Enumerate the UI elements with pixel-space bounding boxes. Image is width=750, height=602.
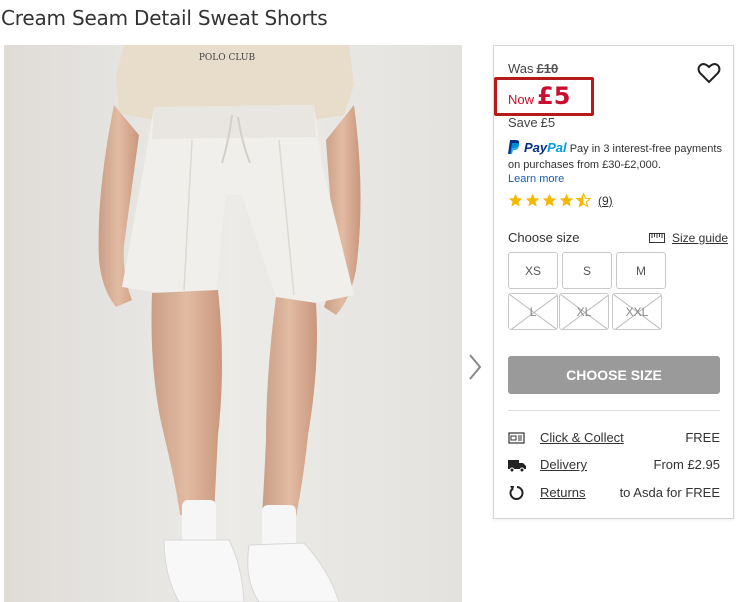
returns-icon [509, 486, 524, 500]
model-photo: POLO CLUB [4, 45, 462, 602]
paypal-brand-pal: Pal [547, 140, 567, 155]
purchase-panel: Was £10 Now £5 Save £5 PayPal Pay in 3 inte… [493, 45, 734, 519]
ruler-icon [649, 233, 665, 243]
was-price: £10 [536, 61, 559, 76]
returns-link[interactable]: Returns [540, 485, 586, 500]
paypal-logo-icon [508, 140, 520, 158]
click-collect-row: Click & Collect FREE [508, 428, 720, 448]
returns-row: Returns to Asda for FREE [508, 483, 720, 503]
paypal-message: PayPal Pay in 3 interest-free payments o… [508, 140, 728, 186]
choose-size-label: Choose size [508, 230, 580, 245]
size-option-xxl-unavailable[interactable]: XXL [612, 293, 662, 330]
returns-value: to Asda for FREE [619, 485, 720, 500]
click-collect-link[interactable]: Click & Collect [540, 430, 624, 445]
now-price-row: Now £5 [508, 82, 570, 110]
size-guide-link[interactable]: Size guide [649, 231, 728, 245]
paypal-learn-more-link[interactable]: Learn more [508, 172, 728, 186]
delivery-row: Delivery From £2.95 [508, 455, 720, 475]
paypal-line1: Pay in 3 interest-free payments [569, 143, 722, 155]
next-image-arrow[interactable] [466, 352, 484, 382]
paypal-brand: PayPal [524, 140, 567, 155]
truck-icon [508, 460, 526, 473]
paypal-line2: on purchases from £30-£2,000. [508, 159, 661, 171]
rating[interactable]: (9) [508, 193, 613, 208]
size-option-s[interactable]: S [562, 252, 612, 289]
tshirt-print: POLO CLUB [199, 53, 256, 63]
wishlist-heart-icon[interactable] [697, 62, 721, 84]
star-half-icon [576, 193, 591, 208]
star-full-icon [525, 193, 540, 207]
product-title: Cream Seam Detail Sweat Shorts [1, 6, 328, 30]
store-icon [508, 432, 525, 444]
star-full-icon [542, 193, 557, 207]
choose-size-button[interactable]: CHOOSE SIZE [508, 356, 720, 394]
size-option-xs[interactable]: XS [508, 252, 558, 289]
size-option-l-unavailable[interactable]: L [508, 293, 558, 330]
size-option-m[interactable]: M [616, 252, 666, 289]
review-count-link[interactable]: (9) [598, 194, 613, 208]
paypal-brand-pay: Pay [524, 140, 548, 155]
size-guide-label: Size guide [672, 231, 729, 245]
click-collect-value: FREE [685, 430, 720, 445]
delivery-link[interactable]: Delivery [540, 457, 587, 472]
size-option-xl-unavailable[interactable]: XL [559, 293, 609, 330]
star-full-icon [559, 193, 574, 207]
star-full-icon [508, 193, 523, 207]
save-row: Save £5 [508, 115, 555, 130]
divider [508, 410, 720, 411]
save-amount: £5 [540, 115, 556, 130]
was-price-row: Was £10 [508, 61, 558, 76]
delivery-value: From £2.95 [653, 457, 720, 472]
was-label: Was [508, 61, 534, 76]
now-price: £5 [537, 82, 571, 110]
save-label: Save [508, 115, 538, 130]
product-image[interactable]: POLO CLUB [4, 45, 462, 602]
now-label: Now [508, 92, 535, 107]
